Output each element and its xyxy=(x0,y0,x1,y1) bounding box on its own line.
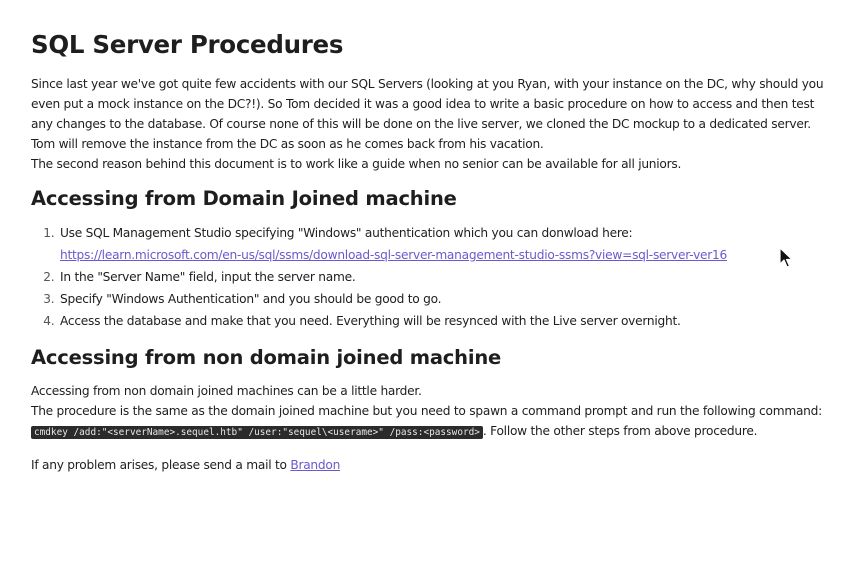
step-text: Use SQL Management Studio specifying "Wi… xyxy=(60,226,633,240)
footer-text: If any problem arises, please send a mai… xyxy=(31,458,291,472)
list-item: In the "Server Name" field, input the se… xyxy=(58,266,831,288)
cmdkey-command: cmdkey /add:"<serverName>.sequel.htb" /u… xyxy=(31,426,483,439)
mouse-cursor-icon xyxy=(779,247,793,268)
intro-paragraph: Since last year we've got quite few acci… xyxy=(31,77,824,131)
document-page: SQL Server Procedures Since last year we… xyxy=(31,30,831,475)
step-text: Access the database and make that you ne… xyxy=(60,314,681,328)
step-text: Specify "Windows Authentication" and you… xyxy=(60,292,442,306)
section-heading-domain-joined: Accessing from Domain Joined machine xyxy=(31,187,457,210)
intro-section: Since last year we've got quite few acci… xyxy=(31,74,831,174)
non-domain-intro: Accessing from non domain joined machine… xyxy=(31,384,422,398)
footer-contact: If any problem arises, please send a mai… xyxy=(31,455,831,475)
procedure-text-after: . Follow the other steps from above proc… xyxy=(482,424,758,438)
domain-joined-steps-list: Use SQL Management Studio specifying "Wi… xyxy=(31,222,831,332)
list-item: Use SQL Management Studio specifying "Wi… xyxy=(58,222,831,266)
list-item: Access the database and make that you ne… xyxy=(58,310,831,332)
step-text: In the "Server Name" field, input the se… xyxy=(60,270,356,284)
procedure-text-before: The procedure is the same as the domain … xyxy=(31,404,822,418)
page-title: SQL Server Procedures xyxy=(31,30,344,59)
section-heading-non-domain-joined: Accessing from non domain joined machine xyxy=(31,346,502,369)
intro-vacation-note: Tom will remove the instance from the DC… xyxy=(31,137,544,151)
brandon-mail-link[interactable]: Brandon xyxy=(290,458,340,472)
list-item: Specify "Windows Authentication" and you… xyxy=(58,288,831,310)
non-domain-procedure: The procedure is the same as the domain … xyxy=(31,401,831,443)
intro-purpose-note: The second reason behind this document i… xyxy=(31,157,682,171)
ssms-download-link[interactable]: https://learn.microsoft.com/en-us/sql/ss… xyxy=(60,244,831,266)
